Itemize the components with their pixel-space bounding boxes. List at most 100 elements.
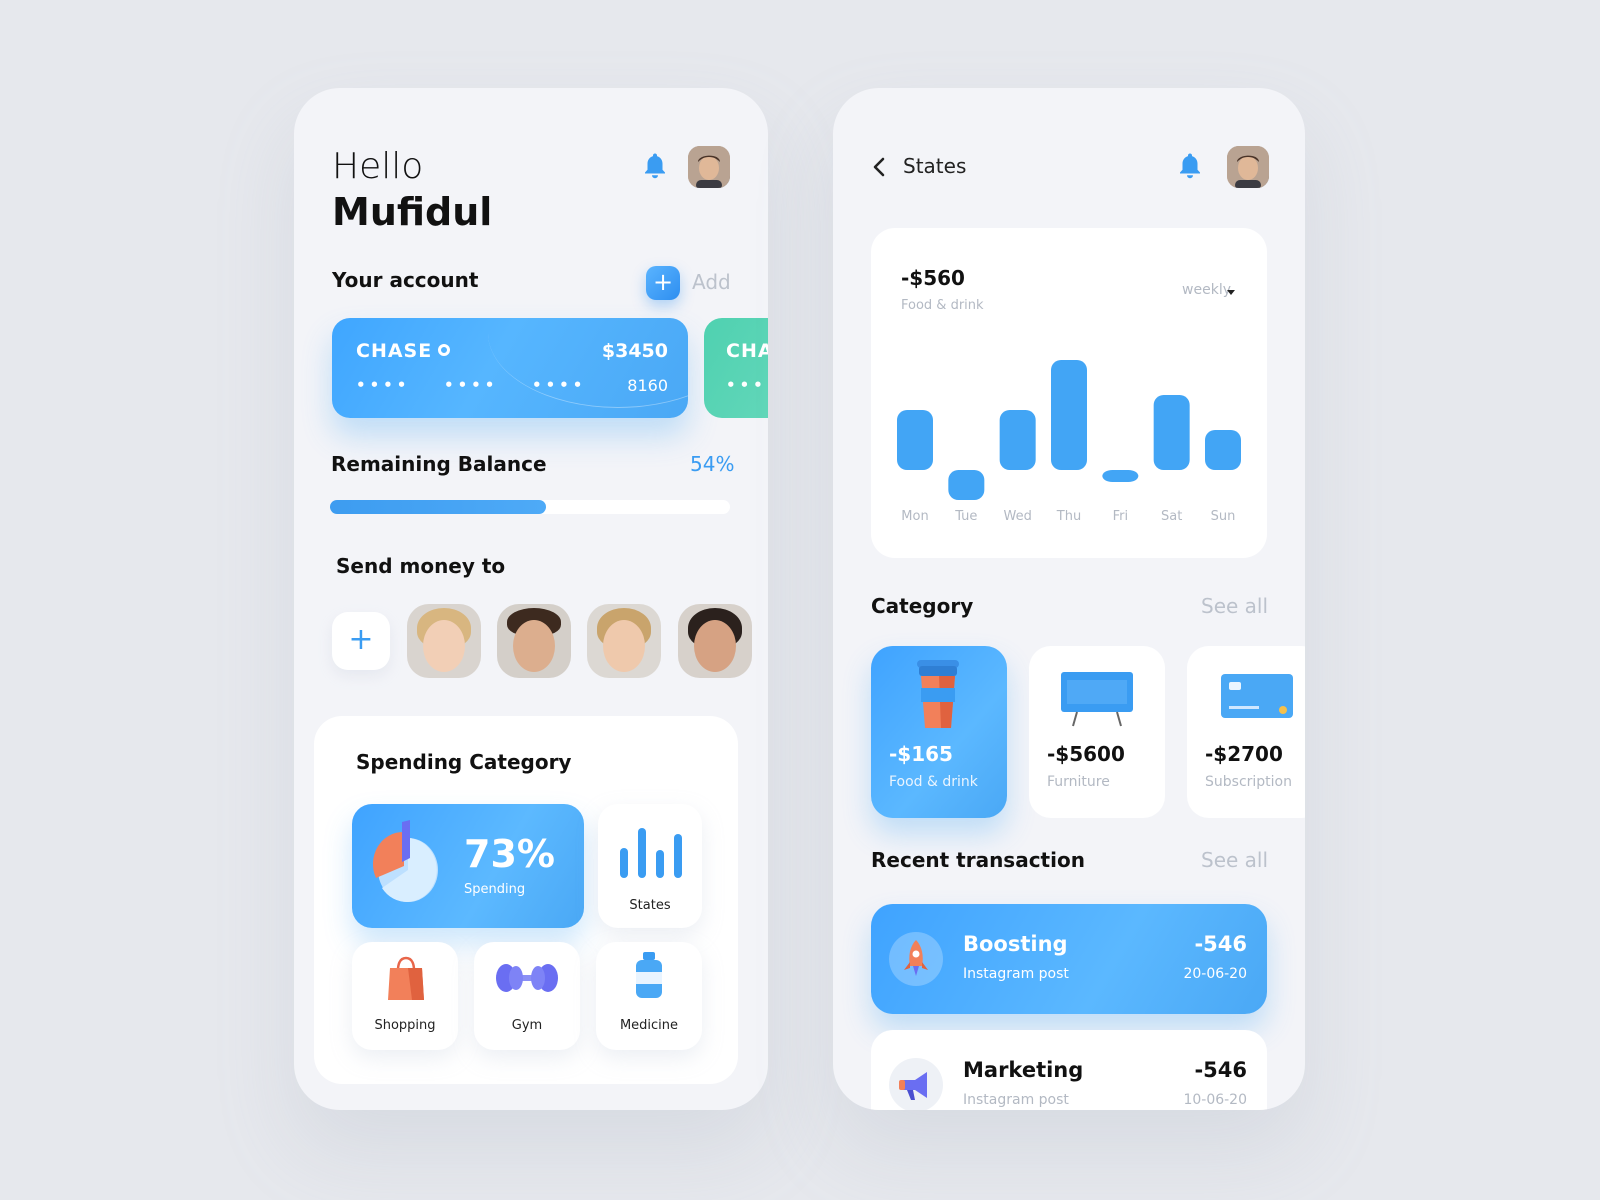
contact-face [694,620,736,672]
spending-chart-card: -$560 Food & drink weekly Mon Tue Wed Thu Fr… [871,228,1267,558]
contact-face [513,620,555,672]
chase-logo-icon [438,344,451,356]
chart-x-label: Wed [1003,509,1031,524]
states-tile[interactable]: States [598,804,702,928]
avatar[interactable] [688,146,730,188]
chart-x-label: Sat [1161,509,1182,524]
add-account-label[interactable]: Add [692,270,731,294]
bell-icon[interactable] [640,151,670,181]
transaction-row[interactable]: Boosting Instagram post -546 20-06-20 [871,904,1267,1014]
chart-x-label: Tue [954,509,977,524]
card-number-group: •••• [444,376,499,394]
transaction-date: 20-06-20 [1183,966,1247,982]
credit-card-icon [1221,674,1293,718]
send-money-title: Send money to [336,554,506,578]
user-name: Mufidul [332,190,493,234]
chart-bar-sun [1205,430,1241,470]
transaction-title: Marketing [963,1058,1084,1082]
weekly-bar-chart: Mon Tue Wed Thu Fri Sat Sun [897,360,1241,524]
card-number-group: ••• [726,376,767,394]
category-card-furniture[interactable]: -$5600 Furniture [1029,646,1165,818]
card-number-group: •••• [532,376,587,394]
chart-bar-wed [999,410,1036,470]
transaction-title: Boosting [963,932,1068,956]
spending-category-panel: Spending Category 73% Spending States Sh… [314,716,738,1084]
chart-x-label: Fri [1113,509,1129,524]
chart-bar-tue [948,470,985,500]
spending-category-title: Spending Category [356,750,572,774]
transaction-subtitle: Instagram post [963,966,1069,982]
gym-tile-label: Gym [511,1018,543,1033]
category-amount: -$165 [889,742,953,766]
account-section-title: Your account [332,268,479,292]
home-screen: Hello Mufidul Your account + Add CHASE $… [294,88,768,1110]
chart-x-label: Thu [1056,509,1081,524]
card-bank-name: CHA [726,340,768,362]
add-account-button[interactable]: + [646,266,680,300]
bell-icon[interactable] [1175,151,1205,181]
chart-bar-sat [1153,395,1190,470]
medicine-tile-label: Medicine [619,1018,679,1033]
contact-face [603,620,645,672]
medicine-bottle-icon [636,952,662,998]
category-amount: -$5600 [1047,742,1125,766]
tv-icon [1061,672,1133,727]
states-tile-label: States [629,898,671,913]
avatar[interactable] [1227,146,1269,188]
pie-chart-icon [372,820,438,902]
contact-avatar[interactable] [497,604,571,678]
card-bank-name: CHASE [356,340,451,362]
balance-progress-fill [330,500,546,514]
chart-x-label: Mon [901,509,928,524]
category-card-subscription[interactable]: -$2700 Subscription [1187,646,1305,818]
bank-card-secondary[interactable]: CHA ••• [704,318,768,418]
rocket-icon [889,932,943,986]
plus-icon: + [652,268,674,296]
spending-summary-card[interactable]: 73% Spending [352,804,584,928]
shopping-tile[interactable]: Shopping [352,942,458,1050]
recent-see-all-link[interactable]: See all [1201,848,1268,872]
category-section-title: Category [871,594,974,618]
bar-chart-icon [620,828,682,878]
back-arrow-icon[interactable] [869,156,889,178]
page-title: States [903,154,967,178]
dumbbell-icon [496,964,558,992]
states-screen: States -$560 Food & drink weekly Mon Tue W… [833,88,1305,1110]
card-amount: $3450 [601,340,668,362]
chart-bar-fri [1102,470,1139,482]
contact-avatar[interactable] [678,604,752,678]
add-contact-button[interactable]: + [332,612,390,670]
transaction-amount: -546 [1194,932,1247,956]
chart-x-label: Sun [1211,509,1236,524]
coffee-cup-icon [917,660,959,728]
greeting: Hello [332,146,424,187]
gym-tile[interactable]: Gym [474,942,580,1050]
transaction-subtitle: Instagram post [963,1092,1069,1108]
balance-progress-bar [330,500,730,514]
category-label: Subscription [1205,774,1292,790]
contact-face [423,620,465,672]
megaphone-icon [889,1058,943,1110]
balance-percent: 54% [690,452,735,476]
shopping-tile-label: Shopping [374,1018,436,1033]
bank-card[interactable]: CHASE $3450 •••• •••• •••• 8160 [332,318,688,418]
category-amount: -$2700 [1205,742,1283,766]
category-card-food[interactable]: -$165 Food & drink [871,646,1007,818]
spending-percent: 73% [464,832,555,876]
shopping-bag-icon [388,956,424,1000]
medicine-tile[interactable]: Medicine [596,942,702,1050]
card-last4: 8160 [627,376,668,395]
contact-avatar[interactable] [587,604,661,678]
category-label: Food & drink [889,774,978,790]
spending-label: Spending [464,882,526,897]
contact-avatar[interactable] [407,604,481,678]
category-see-all-link[interactable]: See all [1201,594,1268,618]
transaction-amount: -546 [1194,1058,1247,1082]
plus-icon: + [348,622,374,657]
recent-transactions-title: Recent transaction [871,848,1085,872]
transaction-date: 10-06-20 [1183,1092,1247,1108]
remaining-balance-label: Remaining Balance [331,452,547,476]
chart-bar-mon [897,410,933,470]
transaction-row[interactable]: Marketing Instagram post -546 10-06-20 [871,1030,1267,1110]
card-number-group: •••• [356,376,411,394]
